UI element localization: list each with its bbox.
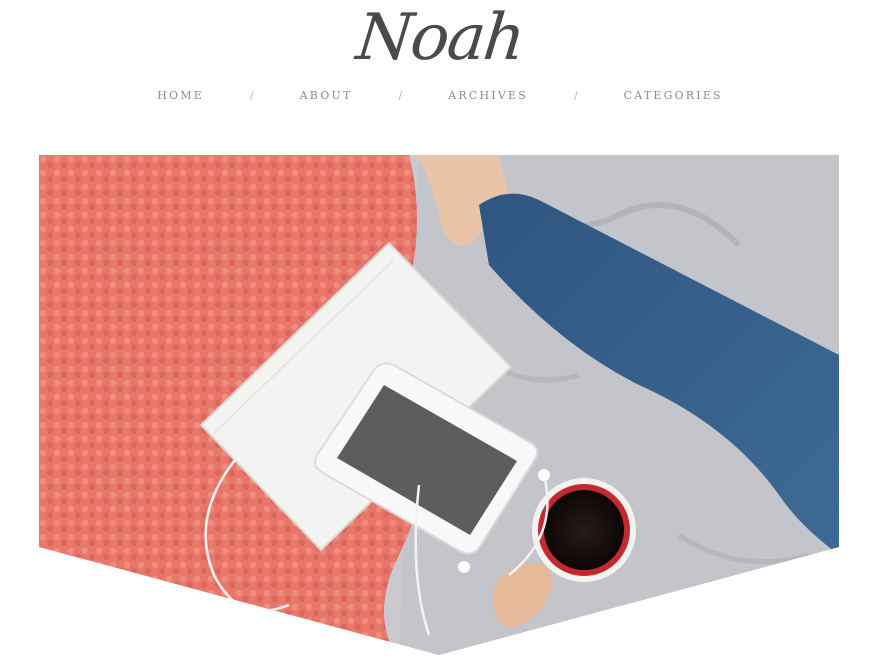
nav-archives[interactable]: ARCHIVES (448, 89, 528, 102)
site-logo[interactable]: Noah (0, 0, 880, 80)
hero-illustration (39, 155, 839, 655)
site-logo-text: Noah (353, 1, 527, 75)
nav-separator: / (573, 88, 578, 102)
nav-categories[interactable]: CATEGORIES (624, 89, 723, 102)
hero-image (39, 155, 839, 660)
main-nav: HOME / ABOUT / ARCHIVES / CATEGORIES (0, 84, 880, 106)
coffee (544, 490, 624, 570)
nav-about[interactable]: ABOUT (300, 89, 353, 102)
nav-separator: / (249, 88, 254, 102)
nav-separator: / (398, 88, 403, 102)
nav-home[interactable]: HOME (157, 89, 204, 102)
